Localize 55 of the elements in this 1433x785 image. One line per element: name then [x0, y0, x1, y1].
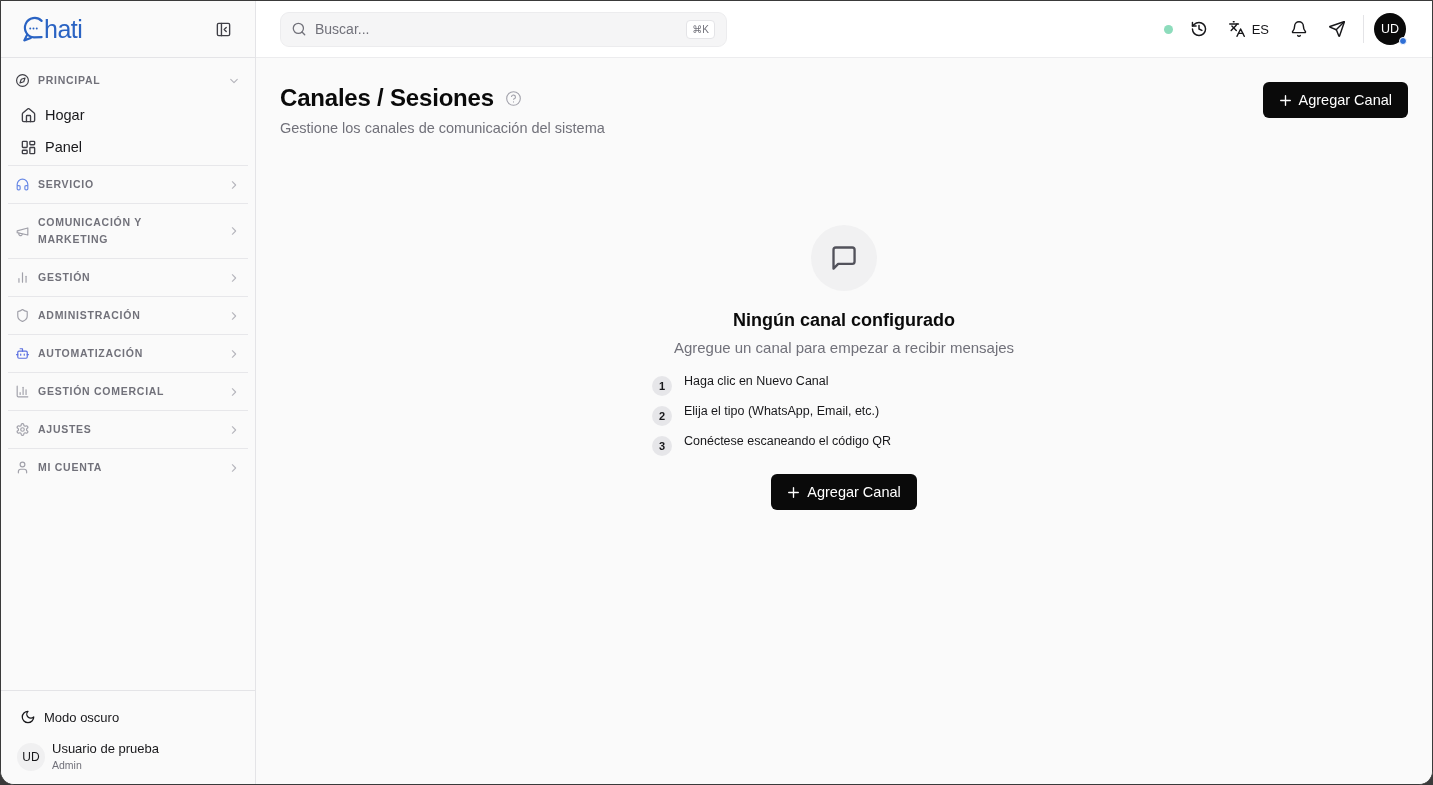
- nav-item[interactable]: Hogar: [8, 99, 248, 131]
- step-number: 1: [652, 376, 672, 396]
- user-name: Usuario de prueba: [52, 741, 159, 756]
- bar-chart-icon: [16, 271, 29, 284]
- sidebar-section[interactable]: MI CUENTA: [8, 449, 248, 486]
- panel-collapse-icon: [215, 21, 231, 37]
- column-chart-icon: [16, 385, 29, 398]
- plus-icon: [786, 484, 802, 500]
- headphones-icon: [16, 178, 29, 191]
- user-avatar: UD: [17, 742, 45, 771]
- sidebar-section[interactable]: GESTIÓN COMERCIAL: [8, 373, 248, 410]
- moon-icon: [21, 710, 35, 724]
- sidebar-section[interactable]: AJUSTES: [8, 411, 248, 448]
- shield-icon: [16, 309, 29, 322]
- user-avatar-button[interactable]: UD: [1374, 13, 1406, 45]
- help-icon: [505, 90, 521, 106]
- search-icon: [292, 22, 306, 36]
- compass-icon: [16, 74, 29, 87]
- robot-icon: [16, 347, 29, 360]
- user-role: Admin: [52, 759, 83, 772]
- add-channel-button[interactable]: Agregar Canal: [1262, 82, 1408, 118]
- speech-bubble-logo-icon: [22, 16, 45, 42]
- history-icon: [1190, 21, 1207, 37]
- sidebar-section[interactable]: AUTOMATIZACIÓN: [8, 335, 248, 372]
- language-button[interactable]: ES: [1220, 13, 1277, 45]
- plus-icon: [1277, 92, 1293, 108]
- bell-icon: [1291, 21, 1307, 37]
- step-text: Haga clic en Nuevo Canal: [684, 373, 829, 389]
- sidebar-section[interactable]: ADMINISTRACIÓN: [8, 297, 248, 334]
- online-dot-icon: [1399, 37, 1407, 45]
- message-bubble-icon: [811, 225, 877, 291]
- status-dot-icon: [1163, 24, 1173, 34]
- user-icon: [16, 461, 29, 474]
- sidebar-section[interactable]: COMUNICACIÓN Y MARKETING: [8, 204, 248, 258]
- empty-state-title: Ningún canal configurado: [733, 309, 955, 332]
- paper-plane-icon: [1329, 21, 1345, 37]
- logo-text: hati: [44, 14, 83, 44]
- sidebar-section[interactable]: SERVICIO: [8, 166, 248, 203]
- translate-icon: [1228, 21, 1245, 37]
- step-text: Elija el tipo (WhatsApp, Email, etc.): [684, 403, 880, 419]
- nav-item[interactable]: Panel: [8, 131, 248, 163]
- add-channel-button[interactable]: Agregar Canal: [771, 474, 917, 510]
- step-number: 3: [652, 436, 672, 456]
- page-subtitle: Gestione los canales de comunicación del sistema: [280, 119, 605, 138]
- gear-icon: [16, 423, 29, 436]
- dark-mode-button[interactable]: Modo oscuro: [13, 701, 243, 733]
- page-title: Canales / Sesiones: [280, 83, 494, 113]
- megaphone-icon: [16, 224, 29, 238]
- house-icon: [21, 107, 36, 123]
- sidebar-section[interactable]: GESTIÓN: [8, 259, 248, 296]
- empty-state-description: Agregue un canal para empezar a recibir mensajes: [673, 338, 1015, 358]
- dashboard-grid-icon: [21, 139, 36, 155]
- sidebar-section[interactable]: PRINCIPAL: [8, 62, 248, 99]
- step-text: Conéctese escaneando el código QR: [684, 433, 892, 449]
- step-number: 2: [652, 406, 672, 426]
